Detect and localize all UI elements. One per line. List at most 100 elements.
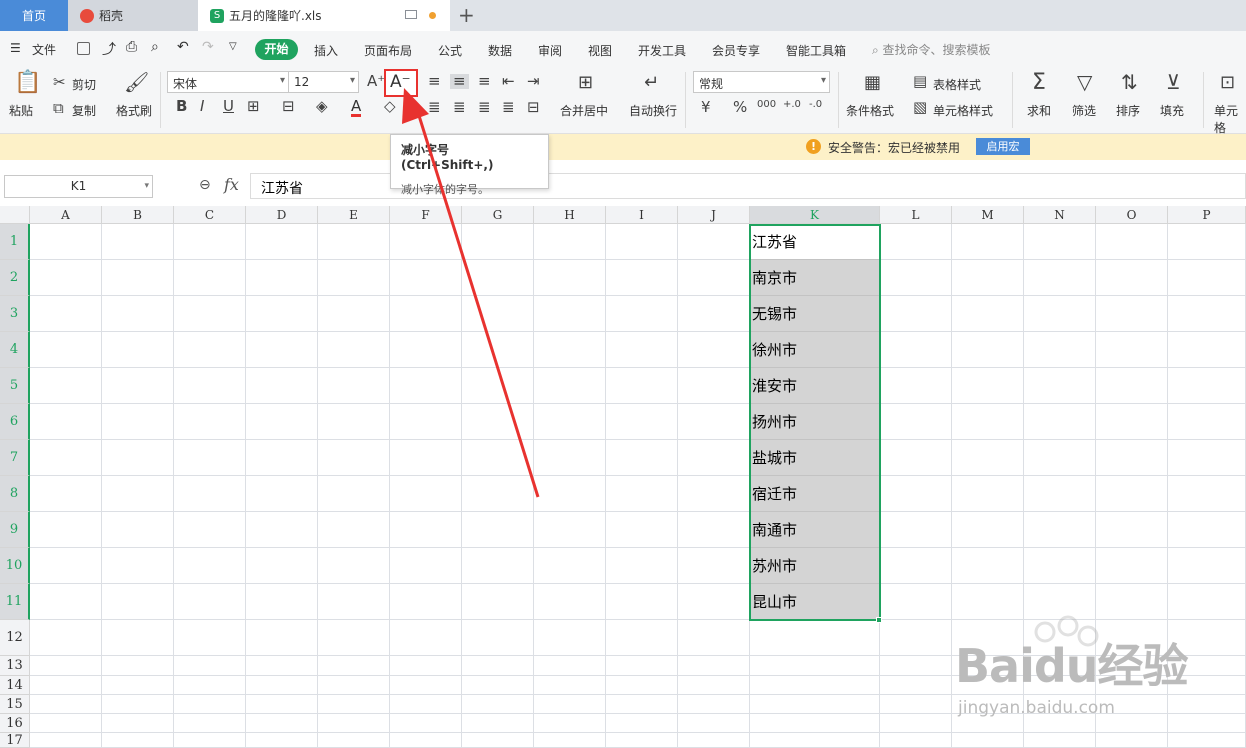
cell-style-button[interactable]: 单元格样式 xyxy=(933,102,993,119)
column-header-o[interactable]: O xyxy=(1096,206,1168,224)
row-header-17[interactable]: 17 xyxy=(0,733,30,748)
row-header-13[interactable]: 13 xyxy=(0,656,30,676)
cut-icon[interactable]: ✂ xyxy=(53,75,66,90)
conditional-format-icon[interactable]: ▦ xyxy=(864,74,881,92)
cell-k3[interactable]: 无锡市 xyxy=(750,296,880,332)
fill-color-icon[interactable]: ◈ xyxy=(316,99,328,114)
column-header-f[interactable]: F xyxy=(390,206,462,224)
filter-icon[interactable]: ▽ xyxy=(1077,72,1092,92)
row-header-14[interactable]: 14 xyxy=(0,676,30,695)
align-bottom-icon[interactable]: ≡ xyxy=(478,74,491,89)
menu-tab-start[interactable]: 开始 xyxy=(255,39,298,60)
column-header-c[interactable]: C xyxy=(174,206,246,224)
menu-tab-insert[interactable]: 插入 xyxy=(314,42,338,59)
decrease-decimal-icon[interactable]: -.0 xyxy=(809,100,822,110)
copy-icon[interactable]: ⧉ xyxy=(53,101,64,116)
monitor-icon[interactable] xyxy=(405,10,417,19)
tab-home[interactable]: 首页 xyxy=(0,0,68,31)
cell-icon[interactable]: ⊡ xyxy=(1220,74,1235,92)
cell-button[interactable]: 单元格 xyxy=(1214,102,1246,136)
increase-font-icon[interactable]: A⁺ xyxy=(367,74,385,89)
column-header-j[interactable]: J xyxy=(678,206,750,224)
command-search[interactable]: ⌕ 查找命令、搜索模板 xyxy=(872,41,991,58)
column-header-m[interactable]: M xyxy=(952,206,1024,224)
row-header-11[interactable]: 11 xyxy=(0,584,30,620)
column-header-p[interactable]: P xyxy=(1168,206,1246,224)
quick-access-dropdown-icon[interactable]: ▽ xyxy=(229,41,237,52)
underline-icon[interactable]: U xyxy=(223,99,234,114)
format-painter-icon[interactable]: 🖌 xyxy=(124,72,149,92)
wrap-text-button[interactable]: 自动换行 xyxy=(629,102,677,119)
name-box[interactable]: K1 xyxy=(4,175,153,198)
align-middle-icon[interactable]: ≡ xyxy=(450,74,469,89)
fill-handle[interactable] xyxy=(876,617,882,623)
wrap-text-icon[interactable]: ↵ xyxy=(644,74,659,92)
number-format-select[interactable]: 常规 xyxy=(693,71,830,93)
filter-button[interactable]: 筛选 xyxy=(1072,102,1096,119)
align-center-icon[interactable]: ≣ xyxy=(453,100,466,115)
column-header-e[interactable]: E xyxy=(318,206,390,224)
column-header-n[interactable]: N xyxy=(1024,206,1096,224)
distribute-icon[interactable]: ⊟ xyxy=(527,100,540,115)
table-style-icon[interactable]: ▤ xyxy=(913,74,927,89)
zoom-formula-icon[interactable]: ⊖ xyxy=(199,177,211,193)
row-header-5[interactable]: 5 xyxy=(0,368,30,404)
fill-button[interactable]: 填充 xyxy=(1160,102,1184,119)
conditional-format-button[interactable]: 条件格式 xyxy=(846,102,894,119)
print-icon[interactable]: ⎙ xyxy=(126,39,137,55)
percent-icon[interactable]: % xyxy=(733,100,747,115)
cell-k4[interactable]: 徐州市 xyxy=(750,332,880,368)
copy-button[interactable]: 复制 xyxy=(72,102,96,119)
currency-icon[interactable]: ¥ xyxy=(701,100,711,115)
row-header-2[interactable]: 2 xyxy=(0,260,30,296)
decrease-indent-icon[interactable]: ⇤ xyxy=(502,74,515,89)
sum-icon[interactable]: Σ xyxy=(1032,72,1046,94)
align-right-icon[interactable]: ≣ xyxy=(478,100,491,115)
paste-button[interactable]: 粘贴 xyxy=(9,102,33,119)
undo-icon[interactable]: ↶ xyxy=(177,39,189,55)
format-painter-button[interactable]: 格式刷 xyxy=(116,102,152,119)
bold-icon[interactable]: B xyxy=(176,99,187,114)
clear-icon[interactable]: ◇ xyxy=(384,99,396,114)
enable-macro-button[interactable]: 启用宏 xyxy=(976,138,1030,155)
merge-center-button[interactable]: 合并居中 xyxy=(560,102,608,119)
menu-tab-formula[interactable]: 公式 xyxy=(438,42,462,59)
menu-tab-review[interactable]: 审阅 xyxy=(538,42,562,59)
hamburger-icon[interactable]: ☰ xyxy=(10,41,21,55)
cell-k10[interactable]: 苏州市 xyxy=(750,548,880,584)
new-tab-button[interactable]: + xyxy=(458,3,475,27)
row-header-1[interactable]: 1 xyxy=(0,224,30,260)
cut-button[interactable]: 剪切 xyxy=(72,76,96,93)
column-header-i[interactable]: I xyxy=(606,206,678,224)
select-all-corner[interactable] xyxy=(0,206,30,224)
cell-k1[interactable]: 江苏省 xyxy=(750,224,880,260)
table-style-button[interactable]: 表格样式 xyxy=(933,76,981,93)
column-header-g[interactable]: G xyxy=(462,206,534,224)
column-header-h[interactable]: H xyxy=(534,206,606,224)
menu-tab-view[interactable]: 视图 xyxy=(588,42,612,59)
row-header-3[interactable]: 3 xyxy=(0,296,30,332)
align-left-icon[interactable]: ≣ xyxy=(428,100,441,115)
column-header-b[interactable]: B xyxy=(102,206,174,224)
italic-icon[interactable]: I xyxy=(200,99,204,114)
sum-button[interactable]: 求和 xyxy=(1027,102,1051,119)
cell-k5[interactable]: 淮安市 xyxy=(750,368,880,404)
tab-daoke[interactable]: 稻壳 xyxy=(68,0,198,31)
row-header-15[interactable]: 15 xyxy=(0,695,30,714)
column-header-l[interactable]: L xyxy=(880,206,952,224)
fill-style-icon[interactable]: ⊟ xyxy=(282,99,295,114)
menu-file[interactable]: 文件 xyxy=(32,41,56,58)
export-icon[interactable]: ⤴ xyxy=(102,39,116,59)
font-color-icon[interactable]: A xyxy=(351,99,362,117)
cell-k6[interactable]: 扬州市 xyxy=(750,404,880,440)
paste-icon[interactable]: 📋 xyxy=(14,72,41,94)
decrease-font-icon[interactable]: A⁻ xyxy=(390,72,411,92)
menu-tab-smart-tools[interactable]: 智能工具箱 xyxy=(786,42,846,59)
cell-style-icon[interactable]: ▧ xyxy=(913,100,927,115)
menu-tab-member[interactable]: 会员专享 xyxy=(712,42,760,59)
menu-tab-data[interactable]: 数据 xyxy=(488,42,512,59)
merge-center-icon[interactable]: ⊞ xyxy=(578,74,593,92)
column-header-d[interactable]: D xyxy=(246,206,318,224)
thousands-icon[interactable]: 000 xyxy=(757,100,776,110)
row-header-8[interactable]: 8 xyxy=(0,476,30,512)
